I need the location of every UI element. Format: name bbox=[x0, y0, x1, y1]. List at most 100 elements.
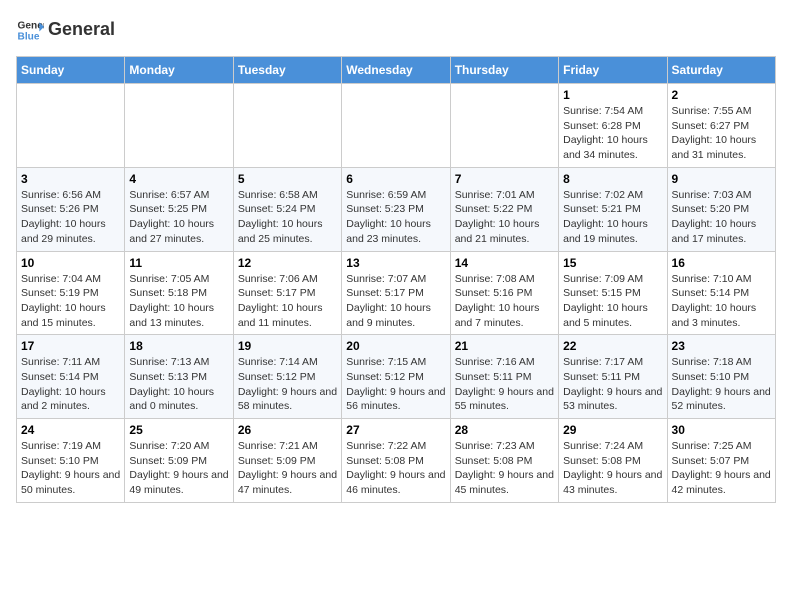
svg-text:Blue: Blue bbox=[18, 31, 40, 42]
weekday-header-monday: Monday bbox=[125, 57, 233, 84]
day-info: Sunrise: 6:56 AMSunset: 5:26 PMDaylight:… bbox=[21, 188, 120, 247]
day-info: Sunrise: 7:08 AMSunset: 5:16 PMDaylight:… bbox=[455, 272, 554, 331]
day-info: Sunrise: 7:15 AMSunset: 5:12 PMDaylight:… bbox=[346, 355, 445, 414]
day-info: Sunrise: 7:23 AMSunset: 5:08 PMDaylight:… bbox=[455, 439, 554, 498]
day-number: 5 bbox=[238, 172, 337, 186]
weekday-header-thursday: Thursday bbox=[450, 57, 558, 84]
day-info: Sunrise: 7:54 AMSunset: 6:28 PMDaylight:… bbox=[563, 104, 662, 163]
day-number: 8 bbox=[563, 172, 662, 186]
calendar-cell: 7 Sunrise: 7:01 AMSunset: 5:22 PMDaylight… bbox=[450, 167, 558, 251]
day-number: 19 bbox=[238, 339, 337, 353]
day-info: Sunrise: 7:17 AMSunset: 5:11 PMDaylight:… bbox=[563, 355, 662, 414]
calendar-cell bbox=[17, 84, 125, 168]
day-info: Sunrise: 7:21 AMSunset: 5:09 PMDaylight:… bbox=[238, 439, 337, 498]
day-number: 12 bbox=[238, 256, 337, 270]
week-row-4: 17 Sunrise: 7:11 AMSunset: 5:14 PMDayligh… bbox=[17, 335, 776, 419]
day-info: Sunrise: 7:18 AMSunset: 5:10 PMDaylight:… bbox=[672, 355, 771, 414]
calendar-cell: 19Sunrise: 7:14 AMSunset: 5:12 PMDayligh… bbox=[233, 335, 341, 419]
day-number: 2 bbox=[672, 88, 771, 102]
calendar-cell: 26 Sunrise: 7:21 AMSunset: 5:09 PMDayligh… bbox=[233, 419, 341, 503]
calendar-cell: 23 Sunrise: 7:18 AMSunset: 5:10 PMDayligh… bbox=[667, 335, 775, 419]
day-number: 27 bbox=[346, 423, 445, 437]
day-number: 21 bbox=[455, 339, 554, 353]
week-row-3: 10 Sunrise: 7:04 AMSunset: 5:19 PMDayligh… bbox=[17, 251, 776, 335]
calendar-cell: 1Sunrise: 7:54 AMSunset: 6:28 PMDaylight… bbox=[559, 84, 667, 168]
day-info: Sunrise: 7:25 AMSunset: 5:07 PMDaylight:… bbox=[672, 439, 771, 498]
day-number: 15 bbox=[563, 256, 662, 270]
calendar-cell: 25 Sunrise: 7:20 AMSunset: 5:09 PMDayligh… bbox=[125, 419, 233, 503]
calendar-cell: 29Sunrise: 7:24 AMSunset: 5:08 PMDayligh… bbox=[559, 419, 667, 503]
day-info: Sunrise: 7:22 AMSunset: 5:08 PMDaylight:… bbox=[346, 439, 445, 498]
week-row-2: 3 Sunrise: 6:56 AMSunset: 5:26 PMDaylight… bbox=[17, 167, 776, 251]
weekday-header-tuesday: Tuesday bbox=[233, 57, 341, 84]
day-number: 17 bbox=[21, 339, 120, 353]
day-number: 23 bbox=[672, 339, 771, 353]
calendar-cell: 2 Sunrise: 7:55 AMSunset: 6:27 PMDaylight… bbox=[667, 84, 775, 168]
logo-text: General bbox=[48, 20, 115, 40]
day-number: 16 bbox=[672, 256, 771, 270]
day-number: 26 bbox=[238, 423, 337, 437]
calendar-cell bbox=[125, 84, 233, 168]
day-number: 9 bbox=[672, 172, 771, 186]
calendar-cell: 10 Sunrise: 7:04 AMSunset: 5:19 PMDayligh… bbox=[17, 251, 125, 335]
day-number: 22 bbox=[563, 339, 662, 353]
week-row-5: 24 Sunrise: 7:19 AMSunset: 5:10 PMDayligh… bbox=[17, 419, 776, 503]
weekday-header-wednesday: Wednesday bbox=[342, 57, 450, 84]
calendar-cell: 16 Sunrise: 7:10 AMSunset: 5:14 PMDayligh… bbox=[667, 251, 775, 335]
calendar-cell: 12Sunrise: 7:06 AMSunset: 5:17 PMDayligh… bbox=[233, 251, 341, 335]
logo-icon: General Blue bbox=[16, 16, 44, 44]
day-number: 14 bbox=[455, 256, 554, 270]
calendar-cell: 21 Sunrise: 7:16 AMSunset: 5:11 PMDayligh… bbox=[450, 335, 558, 419]
weekday-header-friday: Friday bbox=[559, 57, 667, 84]
day-number: 20 bbox=[346, 339, 445, 353]
calendar-cell: 15Sunrise: 7:09 AMSunset: 5:15 PMDayligh… bbox=[559, 251, 667, 335]
calendar-cell bbox=[450, 84, 558, 168]
day-number: 25 bbox=[129, 423, 228, 437]
day-info: Sunrise: 7:04 AMSunset: 5:19 PMDaylight:… bbox=[21, 272, 120, 331]
day-number: 3 bbox=[21, 172, 120, 186]
calendar-cell: 14 Sunrise: 7:08 AMSunset: 5:16 PMDayligh… bbox=[450, 251, 558, 335]
calendar-cell: 30 Sunrise: 7:25 AMSunset: 5:07 PMDayligh… bbox=[667, 419, 775, 503]
day-info: Sunrise: 7:11 AMSunset: 5:14 PMDaylight:… bbox=[21, 355, 120, 414]
day-info: Sunrise: 6:59 AMSunset: 5:23 PMDaylight:… bbox=[346, 188, 445, 247]
day-number: 28 bbox=[455, 423, 554, 437]
day-number: 24 bbox=[21, 423, 120, 437]
day-info: Sunrise: 7:55 AMSunset: 6:27 PMDaylight:… bbox=[672, 104, 771, 163]
calendar-cell: 8 Sunrise: 7:02 AMSunset: 5:21 PMDaylight… bbox=[559, 167, 667, 251]
weekday-header-saturday: Saturday bbox=[667, 57, 775, 84]
calendar-cell: 28 Sunrise: 7:23 AMSunset: 5:08 PMDayligh… bbox=[450, 419, 558, 503]
day-number: 10 bbox=[21, 256, 120, 270]
weekday-header-row: SundayMondayTuesdayWednesdayThursdayFrid… bbox=[17, 57, 776, 84]
day-info: Sunrise: 7:03 AMSunset: 5:20 PMDaylight:… bbox=[672, 188, 771, 247]
calendar-cell: 9 Sunrise: 7:03 AMSunset: 5:20 PMDaylight… bbox=[667, 167, 775, 251]
day-number: 30 bbox=[672, 423, 771, 437]
day-number: 13 bbox=[346, 256, 445, 270]
day-number: 18 bbox=[129, 339, 228, 353]
day-info: Sunrise: 7:01 AMSunset: 5:22 PMDaylight:… bbox=[455, 188, 554, 247]
calendar-table: SundayMondayTuesdayWednesdayThursdayFrid… bbox=[16, 56, 776, 503]
day-number: 6 bbox=[346, 172, 445, 186]
day-info: Sunrise: 7:20 AMSunset: 5:09 PMDaylight:… bbox=[129, 439, 228, 498]
calendar-cell: 6 Sunrise: 6:59 AMSunset: 5:23 PMDaylight… bbox=[342, 167, 450, 251]
day-info: Sunrise: 7:05 AMSunset: 5:18 PMDaylight:… bbox=[129, 272, 228, 331]
calendar-cell: 5 Sunrise: 6:58 AMSunset: 5:24 PMDaylight… bbox=[233, 167, 341, 251]
weekday-header-sunday: Sunday bbox=[17, 57, 125, 84]
day-info: Sunrise: 7:19 AMSunset: 5:10 PMDaylight:… bbox=[21, 439, 120, 498]
day-info: Sunrise: 6:58 AMSunset: 5:24 PMDaylight:… bbox=[238, 188, 337, 247]
calendar-cell: 18 Sunrise: 7:13 AMSunset: 5:13 PMDayligh… bbox=[125, 335, 233, 419]
calendar-cell bbox=[342, 84, 450, 168]
page-header: General Blue General bbox=[16, 16, 776, 44]
day-info: Sunrise: 7:16 AMSunset: 5:11 PMDaylight:… bbox=[455, 355, 554, 414]
day-number: 11 bbox=[129, 256, 228, 270]
day-info: Sunrise: 7:10 AMSunset: 5:14 PMDaylight:… bbox=[672, 272, 771, 331]
day-info: Sunrise: 7:02 AMSunset: 5:21 PMDaylight:… bbox=[563, 188, 662, 247]
calendar-cell: 4Sunrise: 6:57 AMSunset: 5:25 PMDaylight… bbox=[125, 167, 233, 251]
day-number: 7 bbox=[455, 172, 554, 186]
day-number: 29 bbox=[563, 423, 662, 437]
calendar-cell: 11 Sunrise: 7:05 AMSunset: 5:18 PMDayligh… bbox=[125, 251, 233, 335]
calendar-cell: 3 Sunrise: 6:56 AMSunset: 5:26 PMDaylight… bbox=[17, 167, 125, 251]
day-info: Sunrise: 7:13 AMSunset: 5:13 PMDaylight:… bbox=[129, 355, 228, 414]
week-row-1: 1Sunrise: 7:54 AMSunset: 6:28 PMDaylight… bbox=[17, 84, 776, 168]
calendar-cell: 17 Sunrise: 7:11 AMSunset: 5:14 PMDayligh… bbox=[17, 335, 125, 419]
day-number: 4 bbox=[129, 172, 228, 186]
